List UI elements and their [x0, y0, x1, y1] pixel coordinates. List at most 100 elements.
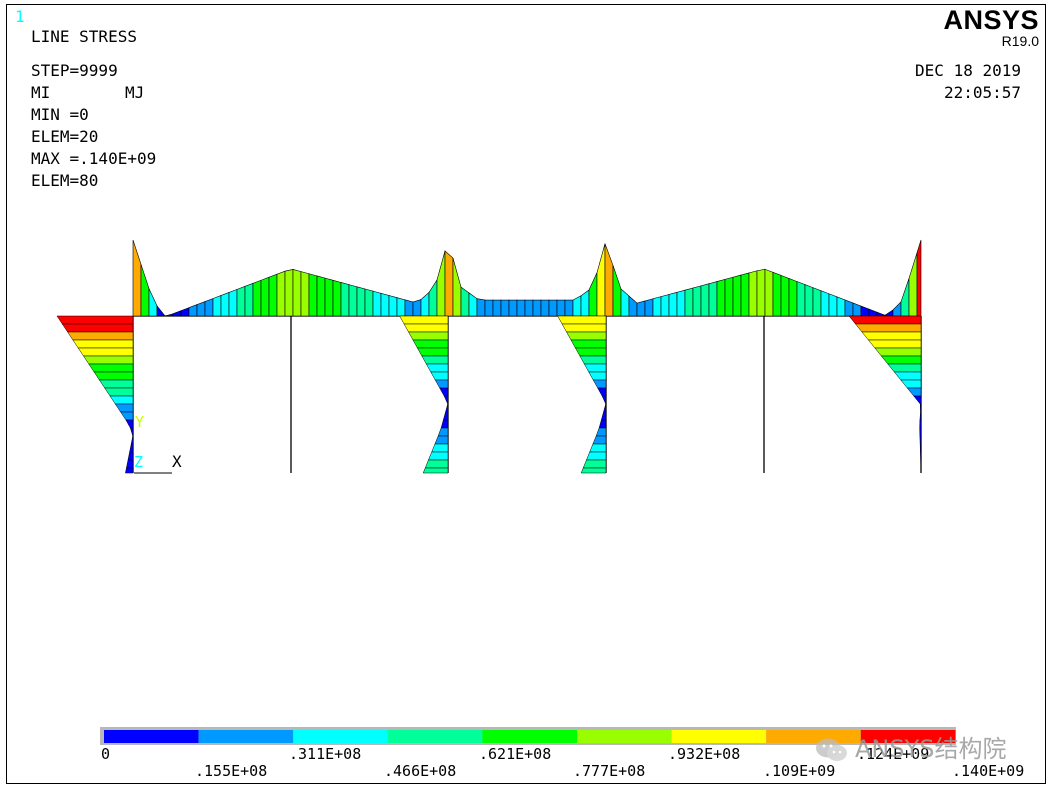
- beam-stress-strip: [236, 285, 246, 317]
- beam-stress-strip: [308, 273, 318, 317]
- beam-stress-strip: [460, 286, 470, 317]
- column-stress-diagram-3: [848, 315, 922, 474]
- beam-stress-strip: [860, 305, 870, 317]
- triad-z-label: Z: [134, 453, 143, 471]
- beam-stress-strip: [612, 265, 622, 317]
- triad-y-label: Y: [135, 413, 144, 431]
- beam-stress-strip: [764, 268, 774, 317]
- plot-date: DEC 18 2019: [915, 61, 1021, 80]
- beam-stress-strip: [684, 287, 694, 317]
- beam-stress-strip: [788, 278, 798, 317]
- beam-stress-strip: [700, 283, 710, 317]
- beam-stress-strip: [444, 250, 454, 317]
- beam-stress-strip: [220, 292, 230, 317]
- beam-stress-strip: [260, 276, 270, 317]
- beam-stress-strip: [900, 278, 910, 317]
- beam-stress-strip: [132, 239, 142, 317]
- beam-stress-strip: [756, 268, 766, 317]
- beam-stress-strip: [380, 292, 390, 317]
- beam-stress-strip: [188, 304, 198, 317]
- watermark-text: ANSYS结构院: [855, 735, 1007, 763]
- window-number: 1: [15, 7, 25, 26]
- beam-stress-strip: [668, 291, 678, 317]
- legend-band-3: [387, 730, 483, 743]
- beam-stress-strip: [228, 288, 238, 317]
- beam-stress-strip: [524, 299, 534, 317]
- beam-stress-strip: [388, 295, 398, 317]
- beam-stress-strip: [716, 278, 726, 317]
- wechat-icon: [816, 738, 847, 761]
- beam-stress-strip: [692, 285, 702, 317]
- beam-stress-strip: [588, 272, 598, 317]
- beam-stress-strip: [404, 299, 414, 317]
- beam-stress-strip: [492, 299, 502, 317]
- beam-stress-strip: [332, 279, 342, 317]
- beam-stress-strip: [164, 313, 174, 317]
- beam-stress-strip: [508, 299, 518, 317]
- legend-band-6: [671, 730, 767, 743]
- legend-band-0: [104, 730, 199, 743]
- legend-band-2: [293, 730, 388, 743]
- beam-stress-strip: [396, 297, 406, 317]
- legend-band-4: [482, 730, 577, 743]
- beam-stress-strip: [540, 299, 550, 317]
- beam-stress-strip: [292, 269, 302, 317]
- beam-stress-strip: [316, 275, 326, 317]
- legend-label-3: .466E+08: [384, 762, 457, 780]
- beam-stress-strip: [468, 292, 478, 317]
- beam-stress-strip: [772, 271, 782, 317]
- stress-contour-plot[interactable]: Y Z X: [7, 5, 1047, 785]
- beam-stress-strip: [796, 281, 806, 317]
- min-elem: ELEM=20: [31, 127, 99, 146]
- beam-stress-strip: [636, 300, 646, 317]
- beam-stress-strip: [828, 293, 838, 317]
- legend-label-0: 0: [101, 745, 111, 763]
- beam-stress-strip: [724, 276, 734, 317]
- beam-stress-strip: [372, 290, 382, 317]
- beam-stress-strip: [916, 239, 922, 317]
- beam-stress-strip: [500, 299, 510, 317]
- stress-diagrams: [56, 239, 922, 474]
- watermark: ANSYS结构院: [815, 729, 1007, 764]
- column-stress-diagram-1: [399, 315, 449, 474]
- beam-stress-strip: [516, 299, 526, 317]
- beam-stress-strip: [564, 299, 574, 317]
- beam-stress-strip: [876, 311, 886, 317]
- legend-band-5: [577, 730, 672, 743]
- graphics-window[interactable]: Y Z X 1 LINE STRESS STEP=9999 MI MJ MIN …: [6, 4, 1046, 784]
- beam-stress-strip: [620, 288, 630, 317]
- beam-stress-strip: [644, 298, 654, 317]
- column-stress-diagram-0: [56, 315, 134, 474]
- ansys-logo: ANSYS: [943, 5, 1039, 35]
- beam-stress-strip: [708, 281, 718, 317]
- beam-stress-strip: [268, 273, 278, 317]
- ansys-version: R19.0: [1001, 33, 1039, 49]
- beam-stress-strip: [196, 301, 206, 317]
- beam-stress-strip: [436, 250, 446, 317]
- legend-label-4: .621E+08: [479, 745, 552, 763]
- beam-stress-strip: [428, 278, 438, 317]
- beam-stress-strip: [356, 286, 366, 317]
- beam-stress-strip: [420, 291, 430, 317]
- beam-stress-strip: [804, 284, 814, 317]
- column-stress-diagram-2: [557, 315, 607, 474]
- beam-stress-strip: [172, 310, 182, 317]
- legend-label-2: .311E+08: [289, 745, 362, 763]
- step-label: STEP=9999: [31, 61, 118, 80]
- beam-stress-strip: [580, 289, 590, 317]
- beam-stress-strip: [212, 295, 222, 317]
- beam-stress-strip: [156, 305, 166, 317]
- beam-stress-strip: [252, 279, 262, 317]
- beam-stress-strip: [892, 301, 902, 317]
- beam-stress-strip: [572, 295, 582, 317]
- beam-stress-strip: [604, 243, 614, 317]
- beam-stress-strip: [628, 295, 638, 317]
- beam-stress-strip: [348, 284, 358, 317]
- beam-stress-strip: [284, 269, 294, 317]
- triad-x-label: X: [172, 452, 182, 471]
- beam-stress-strip: [596, 243, 606, 317]
- legend-label-5: .777E+08: [573, 762, 646, 780]
- plot-time: 22:05:57: [943, 83, 1021, 102]
- structure-members: [132, 315, 922, 473]
- beam-stress-strip: [180, 307, 190, 317]
